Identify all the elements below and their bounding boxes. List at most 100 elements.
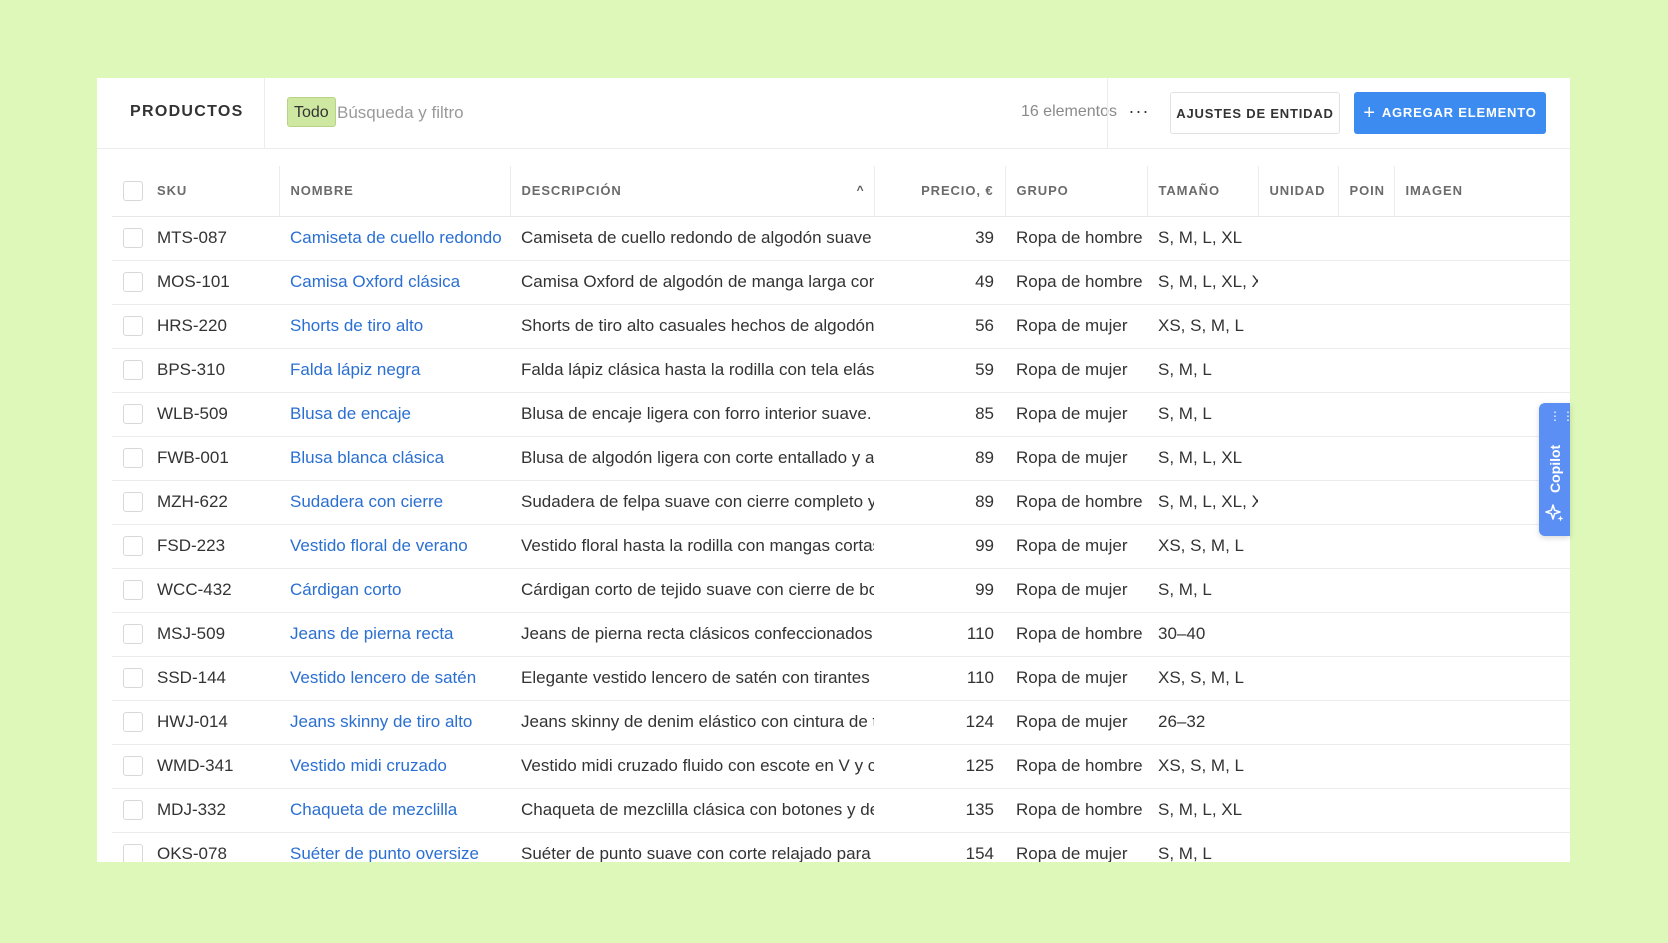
table-row[interactable]: MSJ-509 Jeans de pierna recta Jeans de pie… xyxy=(112,612,1570,657)
grip-dots-icon[interactable]: ⋮⋮ xyxy=(1549,410,1574,429)
cell-description: Blusa de algodón ligera con corte entall… xyxy=(510,436,874,481)
cell-price: 110 xyxy=(874,656,1005,701)
cell-image xyxy=(1394,260,1570,305)
cell-sku: WCC-432 xyxy=(112,568,279,613)
table-row[interactable]: OKS-078 Suéter de punto oversize Suéter de… xyxy=(112,832,1570,862)
table-row[interactable]: FSD-223 Vestido floral de verano Vestido f… xyxy=(112,524,1570,569)
cell-group: Ropa de hombre xyxy=(1005,260,1147,305)
product-name-link[interactable]: Blusa blanca clásica xyxy=(290,448,444,467)
row-checkbox[interactable] xyxy=(123,404,143,424)
add-item-button[interactable]: + AGREGAR ELEMENTO xyxy=(1354,92,1546,134)
cell-image xyxy=(1394,700,1570,745)
copilot-tab[interactable]: ⋮⋮ Copilot xyxy=(1539,403,1574,536)
cell-name[interactable]: Blusa blanca clásica xyxy=(279,436,510,481)
row-checkbox[interactable] xyxy=(123,844,143,862)
row-checkbox[interactable] xyxy=(123,756,143,776)
cell-name[interactable]: Vestido midi cruzado xyxy=(279,744,510,789)
sort-ascending-icon[interactable]: ^ xyxy=(857,183,865,197)
filter-chip-all[interactable]: Todo xyxy=(287,97,336,127)
row-checkbox[interactable] xyxy=(123,360,143,380)
product-name-link[interactable]: Blusa de encaje xyxy=(290,404,411,423)
cell-name[interactable]: Jeans skinny de tiro alto xyxy=(279,700,510,745)
cell-price: 125 xyxy=(874,744,1005,789)
search-input[interactable] xyxy=(337,98,757,128)
cell-unit xyxy=(1258,216,1338,261)
cell-name[interactable]: Falda lápiz negra xyxy=(279,348,510,393)
column-header-group[interactable]: GRUPO xyxy=(1005,166,1148,217)
table-row[interactable]: HRS-220 Shorts de tiro alto Shorts de tiro… xyxy=(112,304,1570,349)
cell-price: 39 xyxy=(874,216,1005,261)
product-name-link[interactable]: Shorts de tiro alto xyxy=(290,316,423,335)
cell-name[interactable]: Camisa Oxford clásica xyxy=(279,260,510,305)
row-checkbox[interactable] xyxy=(123,800,143,820)
column-header-size[interactable]: TAMAÑO xyxy=(1147,166,1259,217)
row-checkbox[interactable] xyxy=(123,624,143,644)
cell-name[interactable]: Jeans de pierna recta xyxy=(279,612,510,657)
cell-name[interactable]: Shorts de tiro alto xyxy=(279,304,510,349)
column-header-description[interactable]: DESCRIPCIÓN ^ xyxy=(510,166,875,217)
cell-name[interactable]: Blusa de encaje xyxy=(279,392,510,437)
table-row[interactable]: MOS-101 Camisa Oxford clásica Camisa Oxfor… xyxy=(112,260,1570,305)
product-name-link[interactable]: Falda lápiz negra xyxy=(290,360,420,379)
row-checkbox[interactable] xyxy=(123,448,143,468)
cell-sku: HRS-220 xyxy=(112,304,279,349)
table-row[interactable]: WCC-432 Cárdigan corto Cárdigan corto de t… xyxy=(112,568,1570,613)
products-table: SKU NOMBRE DESCRIPCIÓN ^ PRECIO, € GRUPO … xyxy=(112,166,1570,862)
row-checkbox[interactable] xyxy=(123,272,143,292)
row-checkbox[interactable] xyxy=(123,668,143,688)
cell-price: 56 xyxy=(874,304,1005,349)
cell-size: 26–32 xyxy=(1147,700,1258,745)
cell-group: Ropa de mujer xyxy=(1005,392,1147,437)
product-name-link[interactable]: Chaqueta de mezclilla xyxy=(290,800,457,819)
cell-group: Ropa de mujer xyxy=(1005,304,1147,349)
cell-name[interactable]: Chaqueta de mezclilla xyxy=(279,788,510,833)
cell-name[interactable]: Vestido floral de verano xyxy=(279,524,510,569)
cell-poin xyxy=(1338,216,1394,261)
cell-sku: FWB-001 xyxy=(112,436,279,481)
table-row[interactable]: MDJ-332 Chaqueta de mezclilla Chaqueta de … xyxy=(112,788,1570,833)
product-name-link[interactable]: Jeans de pierna recta xyxy=(290,624,454,643)
row-checkbox[interactable] xyxy=(123,492,143,512)
toolbar-divider xyxy=(264,78,265,148)
row-checkbox[interactable] xyxy=(123,580,143,600)
table-row[interactable]: WMD-341 Vestido midi cruzado Vestido midi … xyxy=(112,744,1570,789)
product-name-link[interactable]: Jeans skinny de tiro alto xyxy=(290,712,472,731)
column-header-price[interactable]: PRECIO, € xyxy=(874,166,1006,217)
cell-description: Vestido midi cruzado fluido con escote e… xyxy=(510,744,874,789)
table-row[interactable]: BPS-310 Falda lápiz negra Falda lápiz clás… xyxy=(112,348,1570,393)
cell-name[interactable]: Camiseta de cuello redondo xyxy=(279,216,510,261)
product-name-link[interactable]: Sudadera con cierre xyxy=(290,492,443,511)
product-name-link[interactable]: Camiseta de cuello redondo xyxy=(290,228,502,247)
column-header-name[interactable]: NOMBRE xyxy=(279,166,511,217)
cell-size: S, M, L, XL, XXL xyxy=(1147,260,1258,305)
column-header-sku[interactable]: SKU xyxy=(112,166,280,217)
table-row[interactable]: WLB-509 Blusa de encaje Blusa de encaje li… xyxy=(112,392,1570,437)
table-row[interactable]: FWB-001 Blusa blanca clásica Blusa de algo… xyxy=(112,436,1570,481)
product-name-link[interactable]: Vestido lencero de satén xyxy=(290,668,476,687)
table-row[interactable]: SSD-144 Vestido lencero de satén Elegante … xyxy=(112,656,1570,701)
row-checkbox[interactable] xyxy=(123,316,143,336)
table-row[interactable]: MTS-087 Camiseta de cuello redondo Camiset… xyxy=(112,216,1570,261)
column-header-unit[interactable]: UNIDAD xyxy=(1258,166,1339,217)
column-header-image[interactable]: IMAGEN xyxy=(1394,166,1570,217)
column-header-poin[interactable]: POIN xyxy=(1338,166,1395,217)
row-checkbox[interactable] xyxy=(123,712,143,732)
product-name-link[interactable]: Cárdigan corto xyxy=(290,580,402,599)
product-name-link[interactable]: Vestido floral de verano xyxy=(290,536,468,555)
cell-poin xyxy=(1338,260,1394,305)
cell-description: Shorts de tiro alto casuales hechos de a… xyxy=(510,304,874,349)
entity-settings-button[interactable]: AJUSTES DE ENTIDAD xyxy=(1170,92,1340,134)
product-name-link[interactable]: Camisa Oxford clásica xyxy=(290,272,460,291)
product-name-link[interactable]: Vestido midi cruzado xyxy=(290,756,447,775)
cell-name[interactable]: Sudadera con cierre xyxy=(279,480,510,525)
row-checkbox[interactable] xyxy=(123,228,143,248)
table-row[interactable]: HWJ-014 Jeans skinny de tiro alto Jeans sk… xyxy=(112,700,1570,745)
cell-name[interactable]: Vestido lencero de satén xyxy=(279,656,510,701)
cell-name[interactable]: Suéter de punto oversize xyxy=(279,832,510,862)
product-name-link[interactable]: Suéter de punto oversize xyxy=(290,844,479,862)
row-checkbox[interactable] xyxy=(123,536,143,556)
more-options-button[interactable]: ··· xyxy=(1124,96,1154,126)
table-row[interactable]: MZH-622 Sudadera con cierre Sudadera de fe… xyxy=(112,480,1570,525)
select-all-checkbox[interactable] xyxy=(123,180,143,201)
cell-name[interactable]: Cárdigan corto xyxy=(279,568,510,613)
